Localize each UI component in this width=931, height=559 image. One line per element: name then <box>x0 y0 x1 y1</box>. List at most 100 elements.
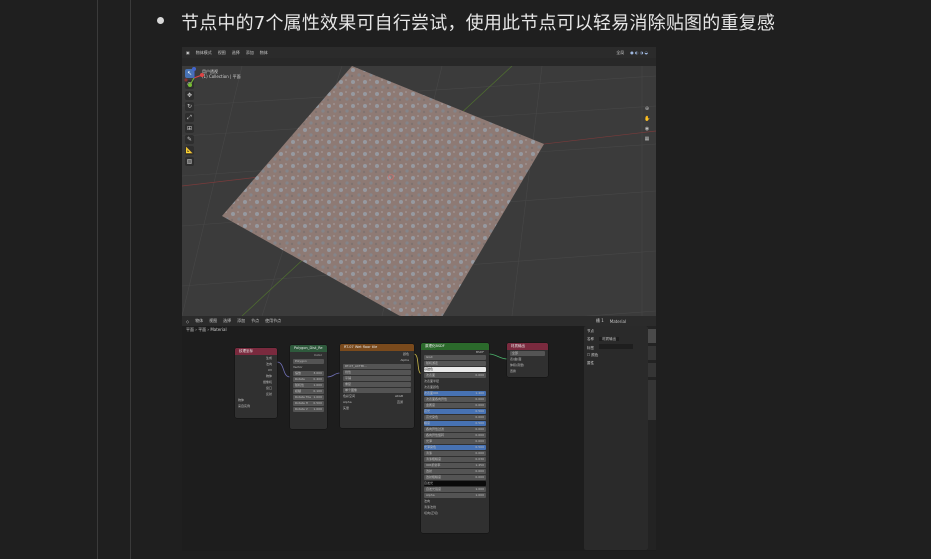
camera-icon[interactable]: ◉ <box>644 126 650 132</box>
editor-type-icon[interactable]: ◇ <box>186 319 189 324</box>
input-rotate[interactable]: Rotate 0.400 <box>293 377 324 382</box>
image-name-field[interactable]: RT-07_ACTMI... <box>343 364 411 369</box>
menu-add[interactable]: 添加 <box>246 50 254 56</box>
distribution-select[interactable]: GGX <box>424 355 486 360</box>
input-vector: Vector <box>293 365 303 369</box>
bsdf-input-row[interactable]: 透射 0.000 <box>424 469 486 474</box>
use-nodes-toggle[interactable]: 使用节点 <box>265 318 281 324</box>
output-alpha: Alpha <box>400 358 409 362</box>
extension-select[interactable]: 重复 <box>343 382 411 387</box>
rotate-tool-icon[interactable]: ↻ <box>185 102 194 111</box>
input-rotate-tile[interactable]: Rotate Tile 1.000 <box>293 395 324 400</box>
alpha-mode-row[interactable]: Alpha 直通 <box>343 400 411 405</box>
bsdf-input-row[interactable]: 自发光强度 1.000 <box>424 487 486 492</box>
input-randomness[interactable]: 随机性 1.000 <box>293 383 324 388</box>
transform-orientation[interactable]: 全局 <box>616 50 624 56</box>
menu-view[interactable]: 视图 <box>218 50 226 56</box>
menu-select[interactable]: 选择 <box>223 318 231 324</box>
group-name-field[interactable]: Polygon <box>293 359 324 364</box>
bsdf-input-row[interactable]: IOR折射率 1.450 <box>424 463 486 468</box>
image-texture-node[interactable]: RT-07 Wet floor tile 颜色 Alpha RT-07_ACTM… <box>340 344 414 428</box>
field-value: 0.000 <box>475 427 484 431</box>
tab-node[interactable] <box>648 329 656 343</box>
shading-icons[interactable]: ● ◐ ◑ ◒ <box>630 50 648 55</box>
zoom-icon[interactable]: ⊕ <box>644 106 650 112</box>
bsdf-input-row[interactable]: 糙度 0.500 <box>424 421 486 426</box>
field-label: 色彩空间 <box>343 394 356 398</box>
editor-type-icon[interactable]: ▣ <box>186 50 190 55</box>
input-rotate-h[interactable]: Rotate H 0.500 <box>293 401 324 406</box>
pan-icon[interactable]: ✋ <box>644 116 650 122</box>
field-value: 1.000 <box>475 487 484 491</box>
breadcrumb-object[interactable]: 平面 <box>186 327 194 332</box>
breadcrumb-material[interactable]: Material <box>210 327 226 332</box>
move-tool-icon[interactable]: ✥ <box>185 91 194 100</box>
color-space-row[interactable]: 色彩空间 sRGB <box>343 394 411 399</box>
input-scale[interactable]: 缩放 3.000 <box>293 371 324 376</box>
field-value: 0.100 <box>313 389 322 393</box>
field-label: 金属度 <box>426 403 436 407</box>
menu-node[interactable]: 节点 <box>251 318 259 324</box>
section-node-header[interactable]: 节点 <box>587 328 645 334</box>
bsdf-input-row[interactable]: 透射粗糙度 0.000 <box>424 475 486 480</box>
projection-select[interactable]: 平铺 <box>343 376 411 381</box>
target-select[interactable]: 全部 <box>510 351 545 356</box>
mode-select[interactable]: 物体模式 <box>196 50 212 56</box>
bsdf-input-row[interactable]: 高光染色 0.000 <box>424 415 486 420</box>
properties-header[interactable]: 属性 <box>587 360 645 366</box>
bsdf-input-row[interactable]: 清漆粗糙度 0.030 <box>424 457 486 462</box>
annotate-tool-icon[interactable]: ✎ <box>185 135 194 144</box>
field-label: IOR折射率 <box>426 463 441 467</box>
bsdf-input-row[interactable]: 次表面 0.000 <box>424 373 486 378</box>
field-label: Alpha <box>343 400 352 404</box>
field-label: 法向 <box>424 499 431 503</box>
bsdf-input-row[interactable]: 光泽染色 0.500 <box>424 445 486 450</box>
scale-tool-icon[interactable]: ⤢ <box>185 113 194 122</box>
input-blur[interactable]: 模糊 0.100 <box>293 389 324 394</box>
material-output-node[interactable]: 材质输出 全部 表(曲)面 体积(音量) 置换 <box>507 343 548 377</box>
bsdf-input-row[interactable]: 清漆 0.000 <box>424 451 486 456</box>
field-label: 次表面 <box>426 373 436 377</box>
name-field[interactable]: 材质输出 <box>599 337 620 341</box>
principled-bsdf-node[interactable]: 原理化BSDF BSDF GGX 随机游走 基础色 次表面 0.000 次表面半径 次表… <box>421 343 489 533</box>
add-cube-tool-icon[interactable]: ▧ <box>185 157 194 166</box>
field-label: Alpha <box>426 493 435 497</box>
grid-icon[interactable]: ▦ <box>644 136 650 142</box>
object-select[interactable]: 物体 <box>195 318 203 324</box>
label-field[interactable] <box>599 344 634 349</box>
slot-select[interactable]: 槽 1 <box>596 318 604 324</box>
transform-tool-icon[interactable]: ⊞ <box>185 124 194 133</box>
menu-select[interactable]: 选择 <box>232 50 240 56</box>
menu-add[interactable]: 添加 <box>237 318 245 324</box>
interpolation-select[interactable]: 线性 <box>343 370 411 375</box>
bsdf-input-row[interactable]: 各向异性旋转 0.000 <box>424 433 486 438</box>
3d-viewport[interactable]: 用户透视 (1) Collection | 平面 ↖ ⊕ ✥ ↻ ⤢ ⊞ ✎ 📐… <box>182 66 656 316</box>
bsdf-input-row[interactable]: 各向异性过滤 0.000 <box>424 427 486 432</box>
from-instancer-checkbox[interactable]: 来自实例 <box>238 404 274 409</box>
source-select[interactable]: 单个图像 <box>343 388 411 393</box>
texture-coordinate-node[interactable]: 纹理坐标 生成 法向 UV 物体 摄像机 窗口 反射 物体 来自实例 <box>235 348 277 418</box>
breadcrumb-mesh[interactable]: 平面 <box>198 327 206 332</box>
measure-tool-icon[interactable]: 📐 <box>185 146 194 155</box>
navigation-gizmo[interactable] <box>182 66 206 90</box>
node-editor-header: ◇ 物体 视图 选择 添加 节点 使用节点 槽 1 Material <box>182 316 656 326</box>
bsdf-input-row[interactable]: 次表面各向异性 0.000 <box>424 397 486 402</box>
tab-node-wrangler[interactable] <box>648 380 656 420</box>
tab-tool[interactable] <box>648 346 656 360</box>
color-row[interactable]: ☐ 颜色 <box>587 352 645 358</box>
menu-view[interactable]: 视图 <box>209 318 217 324</box>
viewport-grid <box>182 66 656 316</box>
input-rotate-v[interactable]: Rotate V 1.000 <box>293 407 324 412</box>
material-select[interactable]: Material <box>610 319 626 324</box>
subsurface-method-select[interactable]: 随机游走 <box>424 361 486 366</box>
bsdf-input-row[interactable]: 金属度 0.000 <box>424 403 486 408</box>
polygon-group-node[interactable]: Polygon_Dist_Re Color Polygon Vector 缩放 … <box>290 345 327 429</box>
bsdf-input-row[interactable]: 次表面IOR 1.400 <box>424 391 486 396</box>
menu-object[interactable]: 物体 <box>260 50 268 56</box>
bsdf-input-row[interactable]: 高光 0.500 <box>424 409 486 414</box>
field-value: 1.000 <box>475 493 484 497</box>
tab-view[interactable] <box>648 363 656 377</box>
field-value: 0.500 <box>475 445 484 449</box>
bsdf-input-row[interactable]: Alpha 1.000 <box>424 493 486 498</box>
bsdf-input-row[interactable]: 光泽 0.000 <box>424 439 486 444</box>
